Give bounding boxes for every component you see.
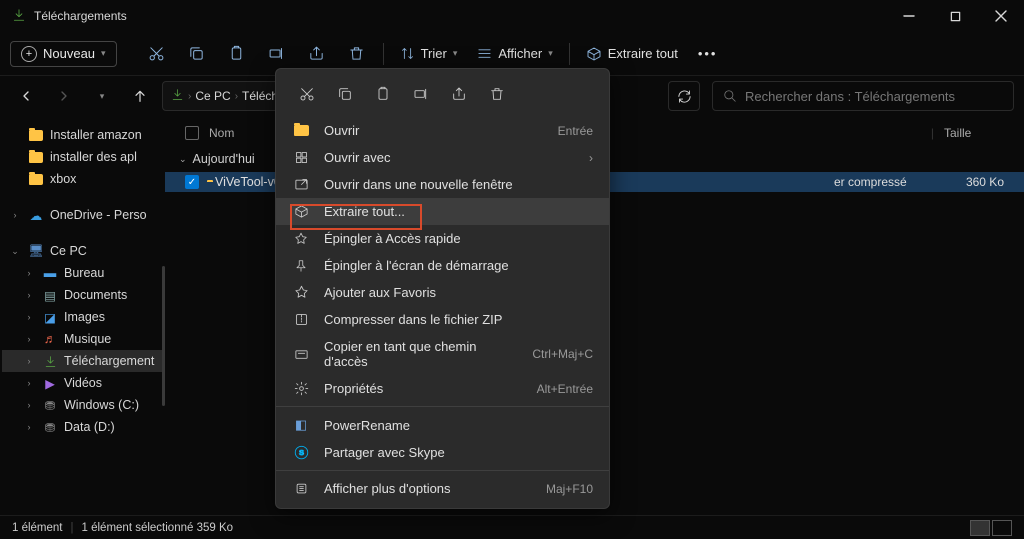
sidebar-item-documents[interactable]: ›▤Documents bbox=[2, 284, 163, 306]
skype-icon: S bbox=[292, 445, 310, 460]
sidebar-item-quick[interactable]: Installer amazon bbox=[2, 124, 163, 146]
sidebar-item-windows-c[interactable]: ›⛃Windows (C:) bbox=[2, 394, 163, 416]
ctx-open[interactable]: OuvrirEntrée bbox=[276, 117, 609, 144]
zip-icon bbox=[292, 312, 310, 327]
new-button[interactable]: + Nouveau ▾ bbox=[10, 41, 117, 67]
forward-button[interactable] bbox=[48, 80, 80, 112]
status-count: 1 élément bbox=[12, 522, 63, 534]
status-selected: 1 élément sélectionné 359 Ko bbox=[82, 522, 234, 534]
ctx-copy-button[interactable] bbox=[328, 79, 362, 109]
ctx-rename-button[interactable] bbox=[404, 79, 438, 109]
view-details-button[interactable] bbox=[970, 520, 990, 536]
ctx-open-new-window[interactable]: Ouvrir dans une nouvelle fenêtre bbox=[276, 171, 609, 198]
close-button[interactable] bbox=[978, 0, 1024, 32]
maximize-button[interactable] bbox=[932, 0, 978, 32]
pin-icon bbox=[292, 232, 310, 246]
column-size[interactable]: Taille bbox=[934, 126, 1024, 140]
copy-button[interactable] bbox=[179, 36, 215, 72]
ctx-copy-path[interactable]: Copier en tant que chemin d'accèsCtrl+Ma… bbox=[276, 333, 609, 375]
sidebar-item-quick[interactable]: xbox bbox=[2, 168, 163, 190]
checkbox-icon[interactable]: ✓ bbox=[185, 175, 199, 189]
sidebar-item-musique[interactable]: ›♬Musique bbox=[2, 328, 163, 350]
sidebar-item-downloads[interactable]: ›Téléchargement bbox=[2, 350, 163, 372]
up-button[interactable] bbox=[124, 80, 156, 112]
ctx-extract-all[interactable]: Extraire tout... bbox=[276, 198, 609, 225]
title-bar: Téléchargements bbox=[0, 0, 1024, 32]
extract-icon bbox=[292, 204, 310, 219]
sidebar-item-videos[interactable]: ›▶Vidéos bbox=[2, 372, 163, 394]
ctx-pin-quick[interactable]: Épingler à Accès rapide bbox=[276, 225, 609, 252]
view-button[interactable]: Afficher▾ bbox=[469, 46, 560, 61]
open-icon bbox=[292, 125, 310, 136]
paste-button[interactable] bbox=[219, 36, 255, 72]
chevron-down-icon: ▾ bbox=[101, 48, 106, 59]
plus-icon: + bbox=[21, 46, 37, 62]
new-window-icon bbox=[292, 177, 310, 192]
breadcrumb[interactable]: › Ce PC › Télécharger bbox=[162, 81, 282, 111]
ctx-paste-button[interactable] bbox=[366, 79, 400, 109]
view-large-button[interactable] bbox=[992, 520, 1012, 536]
svg-text:S: S bbox=[298, 448, 303, 457]
new-label: Nouveau bbox=[43, 46, 95, 61]
refresh-button[interactable] bbox=[668, 81, 700, 111]
downloads-icon bbox=[171, 88, 184, 104]
sidebar: Installer amazon installer des apl xbox … bbox=[0, 116, 165, 515]
back-button[interactable] bbox=[10, 80, 42, 112]
cut-button[interactable] bbox=[139, 36, 175, 72]
minimize-button[interactable] bbox=[886, 0, 932, 32]
sidebar-item-data-d[interactable]: ›⛃Data (D:) bbox=[2, 416, 163, 438]
sidebar-item-quick[interactable]: installer des apl bbox=[2, 146, 163, 168]
sidebar-item-images[interactable]: ›◪Images bbox=[2, 306, 163, 328]
breadcrumb-root[interactable]: Ce PC bbox=[195, 89, 230, 103]
sort-button[interactable]: Trier▾ bbox=[392, 46, 466, 61]
powerrename-icon: ◧ bbox=[292, 417, 310, 433]
ctx-pin-start[interactable]: Épingler à l'écran de démarrage bbox=[276, 252, 609, 279]
ctx-share-button[interactable] bbox=[442, 79, 476, 109]
search-icon bbox=[723, 89, 737, 103]
properties-icon bbox=[292, 381, 310, 396]
sidebar-item-bureau[interactable]: ›▬Bureau bbox=[2, 262, 163, 284]
rename-button[interactable] bbox=[259, 36, 295, 72]
sidebar-item-onedrive[interactable]: ›☁OneDrive - Perso bbox=[2, 204, 163, 226]
open-with-icon bbox=[292, 150, 310, 165]
ctx-open-with[interactable]: Ouvrir avec› bbox=[276, 144, 609, 171]
extract-all-button[interactable]: Extraire tout bbox=[578, 46, 686, 62]
pin-start-icon bbox=[292, 259, 310, 273]
more-options-icon bbox=[292, 481, 310, 496]
ctx-add-favorites[interactable]: Ajouter aux Favoris bbox=[276, 279, 609, 306]
ctx-delete-button[interactable] bbox=[480, 79, 514, 109]
ctx-properties[interactable]: PropriétésAlt+Entrée bbox=[276, 375, 609, 402]
share-button[interactable] bbox=[299, 36, 335, 72]
file-size: 360 Ko bbox=[934, 175, 1004, 189]
more-button[interactable]: ••• bbox=[690, 46, 726, 61]
history-chevron[interactable]: ▾ bbox=[86, 80, 118, 112]
sidebar-item-pc[interactable]: ⌄🖥Ce PC bbox=[2, 240, 163, 262]
copy-path-icon bbox=[292, 347, 310, 362]
search-placeholder: Rechercher dans : Téléchargements bbox=[745, 89, 955, 104]
file-type: er compressé bbox=[834, 175, 934, 189]
ctx-compress-zip[interactable]: Compresser dans le fichier ZIP bbox=[276, 306, 609, 333]
downloads-icon bbox=[12, 8, 26, 25]
context-menu: OuvrirEntrée Ouvrir avec› Ouvrir dans un… bbox=[275, 68, 610, 509]
ctx-more-options[interactable]: Afficher plus d'optionsMaj+F10 bbox=[276, 475, 609, 502]
ctx-share-skype[interactable]: SPartager avec Skype bbox=[276, 439, 609, 466]
delete-button[interactable] bbox=[339, 36, 375, 72]
ctx-cut-button[interactable] bbox=[290, 79, 324, 109]
ctx-powerrename[interactable]: ◧PowerRename bbox=[276, 411, 609, 439]
window-title: Téléchargements bbox=[34, 9, 127, 23]
status-bar: 1 élément | 1 élément sélectionné 359 Ko bbox=[0, 515, 1024, 539]
search-input[interactable]: Rechercher dans : Téléchargements bbox=[712, 81, 1014, 111]
star-icon bbox=[292, 285, 310, 300]
